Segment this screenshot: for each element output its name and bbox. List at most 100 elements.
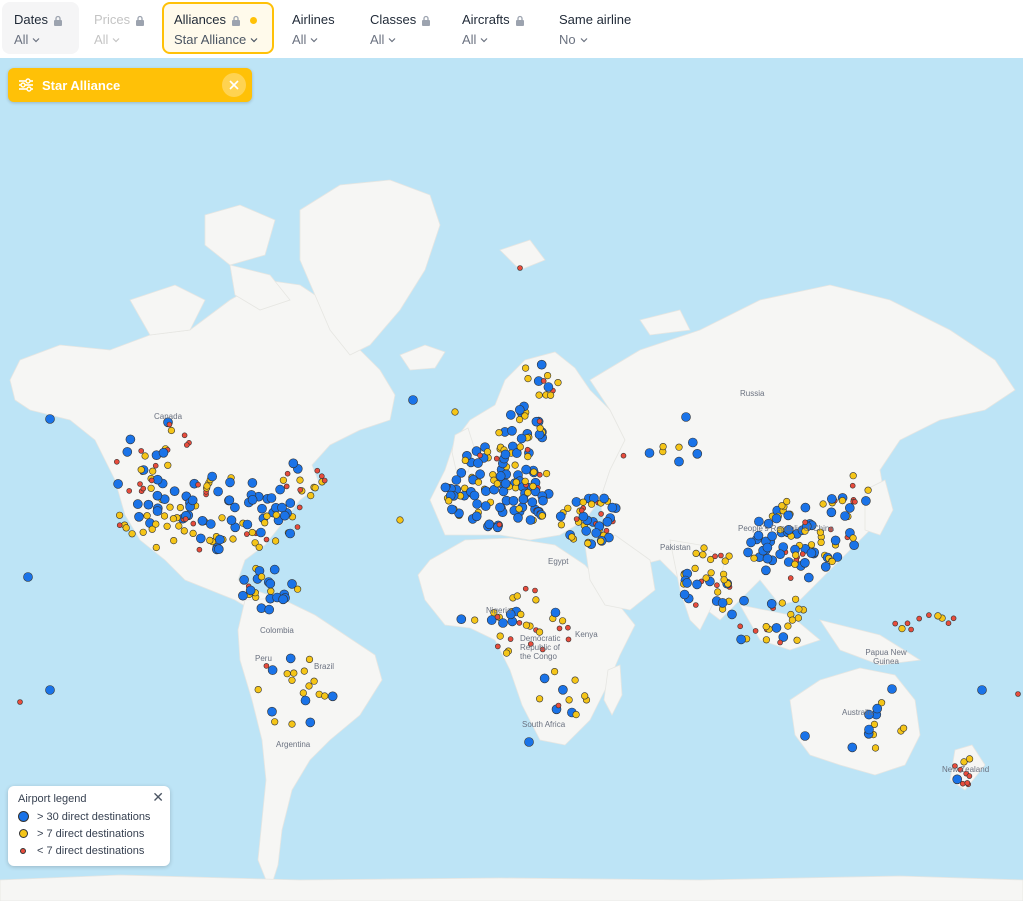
airport-marker[interactable] [556, 625, 563, 632]
airport-marker[interactable] [550, 607, 561, 618]
airport-marker[interactable] [169, 486, 180, 497]
airport-marker[interactable] [602, 516, 613, 527]
clear-filter-button[interactable] [222, 73, 246, 97]
airport-marker[interactable] [507, 425, 517, 436]
airport-marker[interactable] [838, 497, 847, 505]
airport-marker[interactable] [169, 515, 177, 523]
airport-marker[interactable] [187, 495, 198, 506]
airport-marker[interactable] [532, 596, 540, 604]
airport-marker[interactable] [692, 448, 703, 459]
airport-marker[interactable] [495, 502, 505, 513]
airport-marker[interactable] [736, 634, 746, 645]
airport-marker[interactable] [872, 703, 883, 714]
airport-marker[interactable] [264, 604, 275, 615]
airport-marker[interactable] [265, 578, 276, 589]
airport-marker[interactable] [739, 595, 749, 606]
airport-marker[interactable] [296, 476, 304, 484]
airport-marker[interactable] [692, 602, 699, 608]
airport-marker[interactable] [244, 531, 250, 537]
airport-marker[interactable] [139, 528, 147, 536]
airport-marker[interactable] [591, 528, 602, 538]
airport-marker[interactable] [820, 561, 831, 572]
airport-marker[interactable] [597, 537, 605, 545]
airport-marker[interactable] [675, 443, 683, 451]
airport-marker[interactable] [242, 519, 253, 530]
airport-marker[interactable] [524, 375, 532, 383]
airport-marker[interactable] [720, 576, 728, 584]
airport-marker[interactable] [521, 364, 530, 372]
airport-marker[interactable] [267, 587, 275, 595]
airport-marker[interactable] [113, 479, 123, 489]
airport-marker[interactable] [700, 544, 708, 552]
airport-marker[interactable] [445, 497, 453, 505]
airport-marker[interactable] [659, 443, 667, 451]
airport-marker[interactable] [267, 665, 278, 675]
airport-marker[interactable] [279, 510, 290, 521]
airport-marker[interactable] [255, 543, 263, 551]
airport-marker[interactable] [196, 533, 206, 544]
airport-marker[interactable] [471, 616, 479, 624]
airport-marker[interactable] [254, 685, 262, 694]
airport-marker[interactable] [791, 560, 799, 568]
airport-marker[interactable] [474, 478, 483, 486]
airport-marker[interactable] [849, 540, 859, 551]
airport-marker[interactable] [712, 553, 718, 560]
airport-marker[interactable] [572, 710, 580, 719]
airport-marker[interactable] [717, 598, 728, 608]
airport-marker[interactable] [679, 589, 690, 600]
airport-marker[interactable] [692, 549, 700, 558]
airport-marker[interactable] [287, 579, 297, 589]
airport-marker[interactable] [189, 529, 197, 538]
airport-marker[interactable] [607, 502, 618, 513]
airport-marker[interactable] [777, 639, 783, 646]
airport-marker[interactable] [195, 481, 201, 488]
airport-marker[interactable] [555, 511, 566, 522]
airport-marker[interactable] [310, 677, 318, 685]
airport-marker[interactable] [795, 605, 803, 613]
airport-marker[interactable] [727, 609, 737, 620]
airport-marker[interactable] [558, 617, 567, 625]
airport-marker[interactable] [849, 482, 856, 489]
airport-marker[interactable] [799, 551, 806, 557]
airport-marker[interactable] [440, 482, 451, 493]
airport-marker[interactable] [263, 512, 271, 520]
airport-marker[interactable] [871, 744, 880, 752]
airport-marker[interactable] [527, 497, 538, 508]
airport-marker[interactable] [140, 485, 147, 492]
airport-marker[interactable] [167, 426, 175, 435]
airport-marker[interactable] [498, 618, 508, 628]
airport-marker[interactable] [524, 453, 532, 461]
airport-marker[interactable] [522, 585, 529, 592]
airport-marker[interactable] [817, 538, 825, 547]
airport-marker[interactable] [128, 530, 136, 538]
airport-marker[interactable] [181, 432, 188, 439]
airport-marker[interactable] [294, 524, 301, 530]
airport-marker[interactable] [321, 692, 329, 700]
airport-marker[interactable] [578, 511, 589, 522]
airport-marker[interactable] [550, 667, 559, 676]
airport-marker[interactable] [484, 519, 495, 530]
airport-marker[interactable] [916, 615, 923, 622]
airport-marker[interactable] [573, 516, 580, 522]
airport-marker[interactable] [887, 684, 897, 694]
airport-marker[interactable] [226, 515, 237, 526]
airport-marker[interactable] [288, 458, 299, 469]
airport-marker[interactable] [767, 531, 777, 542]
airport-marker[interactable] [229, 535, 237, 543]
filter-classes[interactable]: Classes All [358, 2, 444, 54]
airport-marker[interactable] [518, 494, 529, 505]
airport-marker[interactable] [761, 565, 771, 576]
airport-marker[interactable] [800, 502, 811, 513]
airport-marker[interactable] [166, 503, 174, 511]
airport-marker[interactable] [752, 628, 759, 634]
airport-marker[interactable] [190, 520, 197, 527]
airport-marker[interactable] [160, 512, 169, 520]
airport-marker[interactable] [17, 699, 23, 705]
airport-marker[interactable] [500, 478, 511, 489]
airport-marker[interactable] [275, 484, 285, 495]
airport-marker[interactable] [114, 458, 120, 465]
airport-marker[interactable] [674, 456, 684, 467]
filter-airlines[interactable]: Airlines All [280, 2, 354, 54]
airport-marker[interactable] [536, 359, 547, 370]
airport-marker[interactable] [196, 546, 203, 553]
